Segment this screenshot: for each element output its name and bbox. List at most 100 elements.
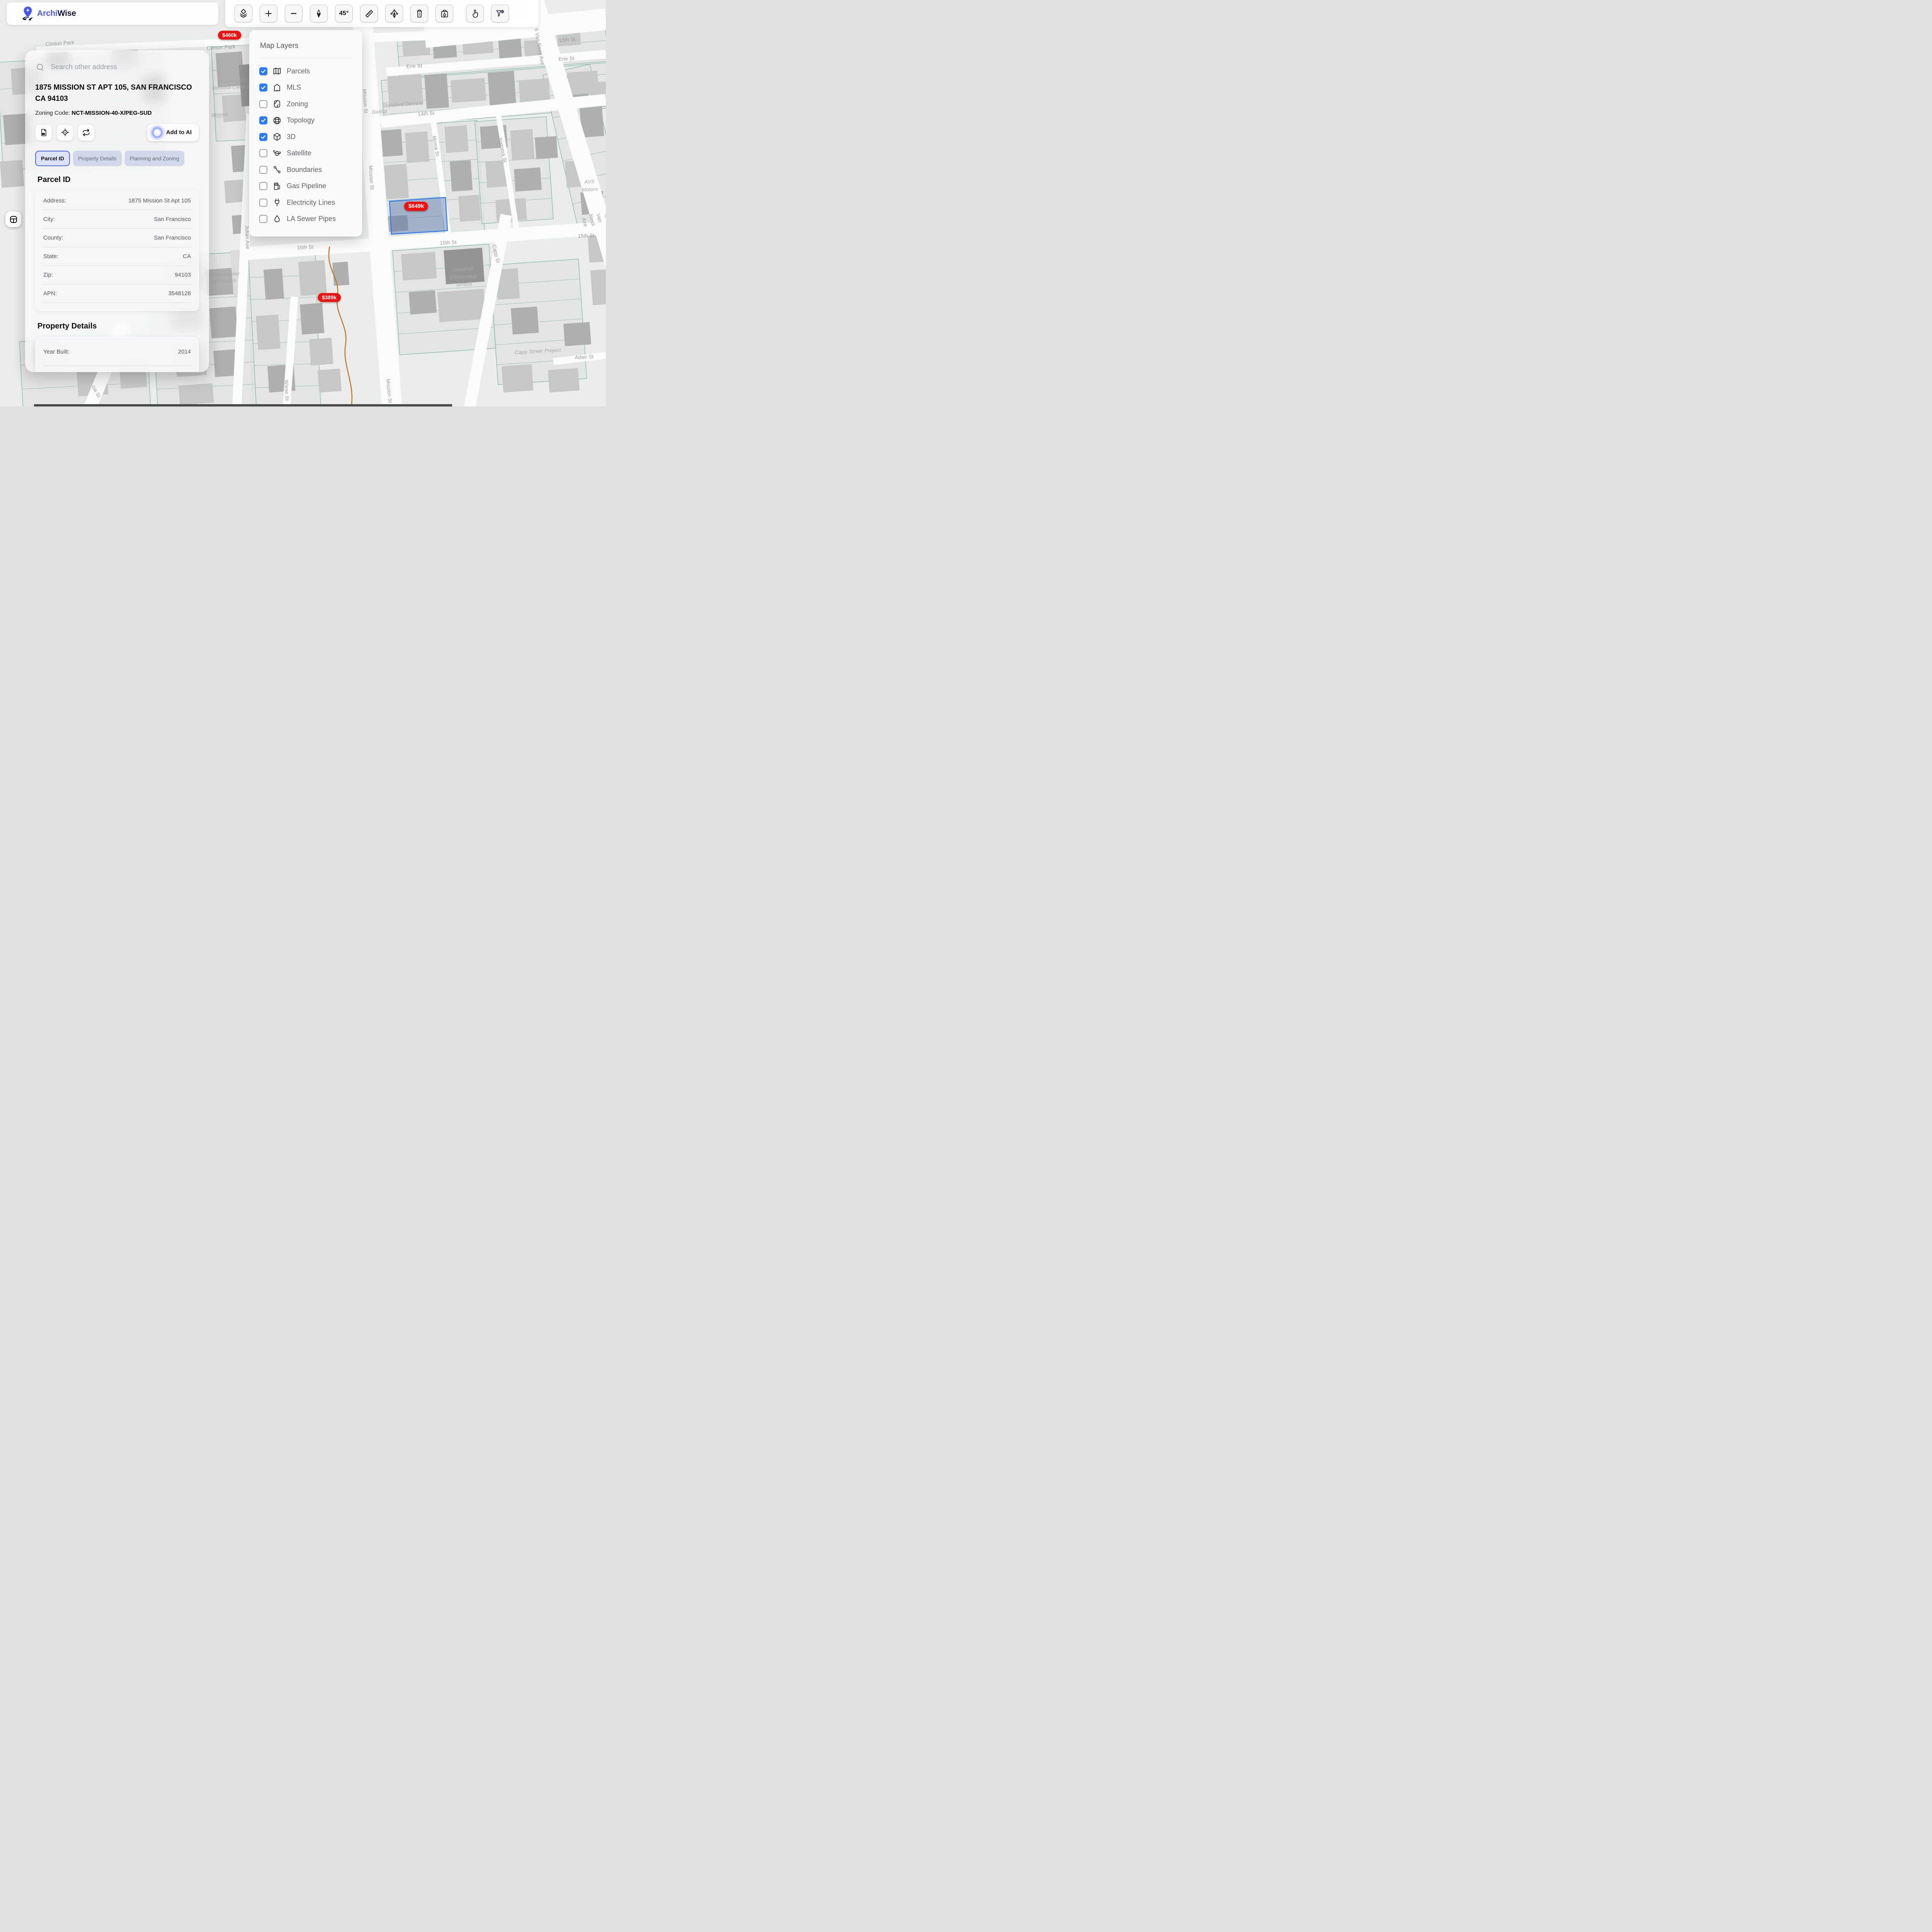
plug-icon [272, 198, 282, 207]
field-row-zip: Zip: 94103 [43, 265, 192, 284]
brand-name: ArchiWise [37, 9, 76, 18]
layer-row-3d[interactable]: 3D [259, 129, 352, 145]
layer-row-zoning[interactable]: Zoning [259, 96, 352, 112]
layer-row-electricity-lines[interactable]: Electricity Lines [259, 194, 352, 211]
globe-icon [272, 116, 282, 125]
layer-checkbox[interactable] [259, 133, 267, 141]
layer-row-mls[interactable]: MLS [259, 80, 352, 96]
field-row-county: County: San Francisco [43, 228, 192, 247]
parcel-id-card: Address: 1875 Mission St Apt 105 City: S… [35, 190, 199, 311]
archiwise-logo-icon [21, 6, 35, 21]
layer-checkbox[interactable] [259, 100, 267, 108]
app-window: Clinton Park Clinton Park Erie St 13th S… [0, 0, 606, 406]
map-layers-title: Map Layers [260, 42, 352, 50]
property-tabs: Parcel ID Property Details Planning and … [35, 151, 199, 166]
tab-planning-zoning[interactable]: Planning and Zoning [125, 151, 184, 166]
layer-label: MLS [287, 83, 301, 92]
layer-row-topology[interactable]: Topology [259, 112, 352, 129]
field-row-apn: APN: 3548128 [43, 284, 192, 303]
pen-tool-icon [389, 9, 399, 19]
locate-button[interactable] [56, 124, 73, 141]
ai-glow-icon [152, 128, 162, 138]
delete-button[interactable] [410, 5, 428, 22]
property-actions: PDF Add to AI [35, 123, 199, 141]
export-pdf-button[interactable]: PDF [35, 124, 52, 141]
layer-checkbox[interactable] [259, 182, 267, 190]
pdf-file-icon: PDF [39, 128, 48, 137]
trash-icon [415, 9, 424, 19]
price-marker[interactable]: $460k [218, 31, 241, 40]
nodes-icon [272, 165, 282, 174]
field-label: Zip: [43, 272, 53, 278]
search-input[interactable] [50, 63, 198, 71]
field-label: County: [43, 235, 63, 241]
select-button[interactable] [466, 5, 484, 22]
search-icon [36, 63, 44, 71]
layer-checkbox[interactable] [259, 215, 267, 223]
compass-button[interactable] [310, 5, 328, 22]
layer-row-la-sewer-pipes[interactable]: LA Sewer Pipes [259, 211, 352, 228]
add-to-ai-button[interactable]: Add to AI [147, 123, 199, 141]
filter-button[interactable] [491, 5, 509, 22]
layer-row-boundaries[interactable]: Boundaries [259, 162, 352, 178]
field-value: San Francisco [154, 235, 191, 241]
layer-label: Electricity Lines [287, 199, 335, 207]
field-label: State: [43, 253, 58, 260]
ruler-icon [364, 9, 374, 19]
layer-checkbox[interactable] [259, 166, 267, 174]
layer-label: Parcels [287, 67, 310, 75]
layer-checkbox[interactable] [259, 83, 267, 92]
field-value: 1875 Mission St Apt 105 [128, 197, 191, 204]
field-row-state: State: CA [43, 247, 192, 265]
satellite-icon [272, 149, 282, 158]
field-value: San Francisco [154, 216, 191, 223]
property-details-card: Year Built: 2014 [35, 337, 199, 372]
layer-row-gas-pipeline[interactable]: Gas Pipeline [259, 178, 352, 195]
price-marker-selected[interactable]: $649k [404, 202, 428, 211]
field-row-address: Address: 1875 Mission St Apt 105 [43, 192, 192, 210]
panel-layout-button[interactable] [5, 211, 21, 227]
map-icon [272, 66, 282, 76]
zoning-code-value: NCT-MISSION-40-X/PEG-SUD [71, 110, 152, 116]
layer-row-satellite[interactable]: Satellite [259, 145, 352, 162]
layers-button[interactable] [235, 5, 252, 22]
field-row-year-built: Year Built: 2014 [43, 338, 192, 366]
layer-checkbox[interactable] [259, 116, 267, 124]
filter-plus-icon [495, 9, 505, 19]
snapshot-button[interactable] [435, 5, 453, 22]
header-brand-card: ArchiWise [7, 2, 218, 25]
camera-icon [440, 9, 449, 19]
price-marker[interactable]: $389k [318, 293, 341, 302]
compass-needle-icon [314, 9, 323, 18]
layer-label: Boundaries [287, 166, 322, 174]
field-label: Address: [43, 197, 66, 204]
property-details-heading: Property Details [37, 322, 199, 331]
zoom-out-button[interactable] [285, 5, 303, 22]
draw-button[interactable] [385, 5, 403, 22]
zoom-in-button[interactable] [260, 5, 277, 22]
repeat-icon [82, 128, 90, 137]
layer-checkbox[interactable] [259, 149, 267, 157]
selected-address-title: 1875 MISSION ST APT 105, SAN FRANCISCO C… [35, 82, 199, 104]
add-to-ai-label: Add to AI [166, 129, 192, 136]
measure-button[interactable] [360, 5, 378, 22]
field-value: 3548128 [168, 290, 191, 297]
tab-parcel-id[interactable]: Parcel ID [35, 151, 70, 166]
layer-checkbox[interactable] [259, 67, 267, 75]
layer-label: LA Sewer Pipes [287, 215, 336, 223]
parcel-id-heading: Parcel ID [37, 175, 199, 184]
layer-checkbox[interactable] [259, 199, 267, 207]
property-panel: 1875 MISSION ST APT 105, SAN FRANCISCO C… [25, 50, 209, 372]
refresh-parcel-button[interactable] [78, 124, 95, 141]
home-icon [272, 83, 282, 92]
address-search[interactable] [36, 63, 198, 71]
zoning-code-label: Zoning Code: [35, 110, 70, 116]
tab-property-details[interactable]: Property Details [73, 151, 122, 166]
map-toolbar: 45° [225, 0, 538, 27]
layout-icon [9, 215, 18, 224]
map-pin-icon [272, 99, 282, 109]
layer-row-parcels[interactable]: Parcels [259, 63, 352, 80]
droplet-icon [272, 214, 282, 224]
field-label: APN: [43, 290, 57, 297]
tilt-45-button[interactable]: 45° [335, 5, 353, 22]
